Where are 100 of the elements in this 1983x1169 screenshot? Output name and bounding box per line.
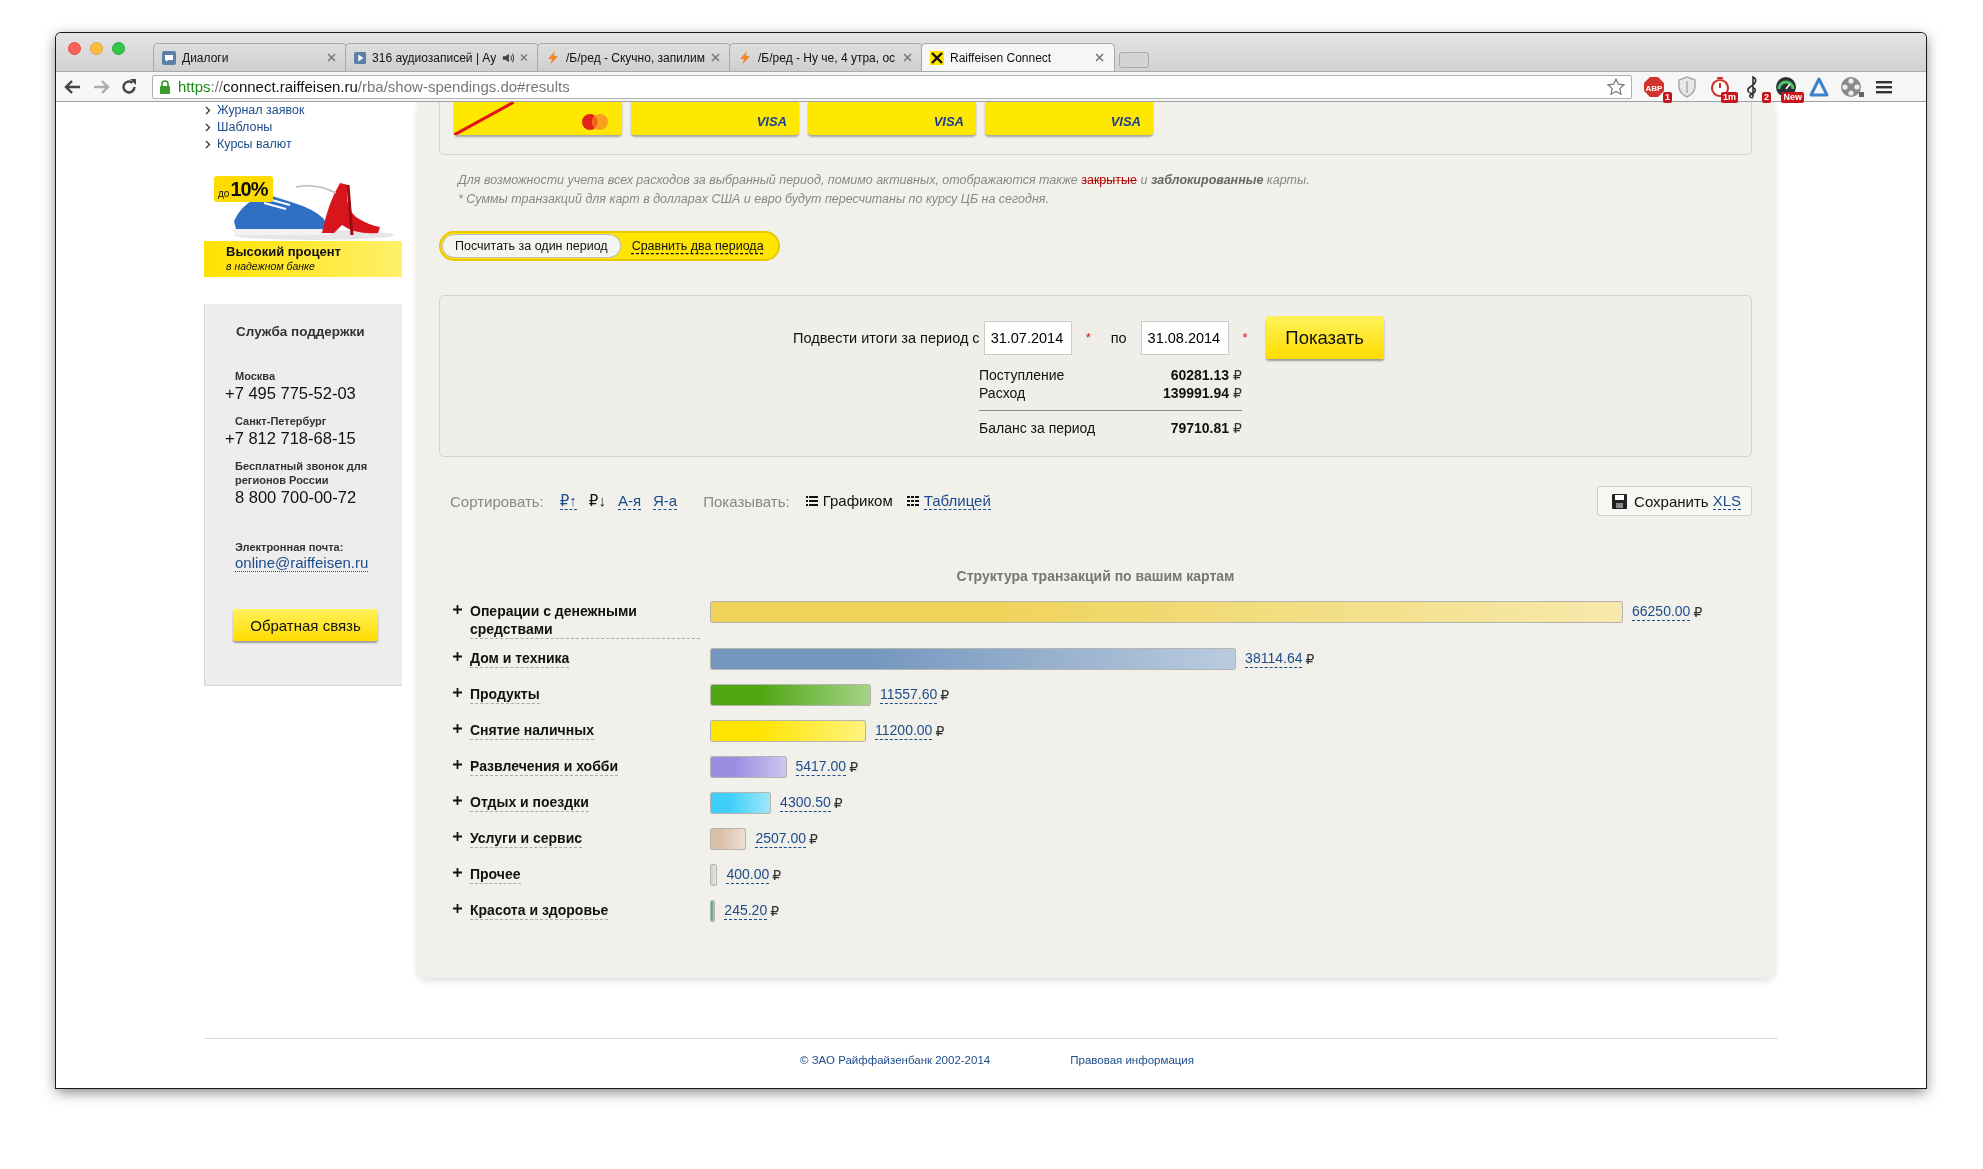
browser-tab[interactable]: /Б/ред - Скучно, запилим [537, 43, 731, 71]
mode-tab[interactable]: Сравнить два периода [619, 235, 776, 257]
contact-label: Бесплатный звонок для регионов России [234, 459, 369, 487]
category-link[interactable]: Прочее [470, 865, 521, 884]
summary-value: 139991.94 [1162, 384, 1230, 402]
summary-label: Поступление [979, 366, 1066, 384]
category-link[interactable]: Отдых и поездки [470, 793, 589, 812]
close-icon[interactable] [327, 53, 336, 62]
sort-label: Сортировать: [450, 492, 544, 510]
expand-icon[interactable] [453, 832, 462, 841]
legal-link[interactable]: Правовая информация [1070, 1054, 1195, 1066]
browser-tab[interactable]: Raiffeisen Connect [921, 43, 1115, 71]
email-link[interactable]: online@raiffeisen.ru [235, 554, 369, 572]
expand-icon[interactable] [453, 868, 462, 877]
currency-sign: ₽ [849, 759, 859, 775]
expand-icon[interactable] [453, 760, 462, 769]
sidebar-link[interactable]: Курсы валют [204, 136, 402, 153]
expand-icon[interactable] [453, 796, 462, 805]
close-icon[interactable] [711, 53, 720, 62]
currency-sign: ₽ [1233, 384, 1242, 402]
close-button[interactable] [68, 41, 81, 55]
cross-out-line [454, 102, 514, 135]
discount-prefix: до [218, 188, 230, 200]
view-label: Показывать: [703, 492, 790, 510]
currency-sign: ₽ [833, 795, 843, 811]
sort-option[interactable]: Я-а [653, 492, 678, 510]
category-link[interactable]: Услуги и сервис [470, 829, 583, 848]
expand-icon[interactable] [453, 904, 462, 913]
card-brand: VISA [756, 114, 787, 129]
stop-sign-icon[interactable]: ABP [1643, 75, 1665, 98]
back-icon[interactable] [64, 78, 82, 95]
date-field[interactable]: 31.08.2014 [1140, 320, 1229, 355]
bank-card[interactable] [454, 102, 622, 135]
speaker-icon[interactable] [502, 51, 515, 64]
grid-icon [906, 496, 919, 506]
play-icon [354, 50, 367, 65]
address-bar[interactable]: https://connect.raiffeisen.ru/rba/show-spendings.do#results [152, 74, 1632, 99]
show-button[interactable]: Показать [1265, 316, 1384, 359]
amount-link[interactable]: 38114.64 [1245, 650, 1303, 668]
contact-label: Электронная почта: [234, 540, 345, 554]
category-link[interactable]: Дом и техника [470, 649, 570, 668]
amount-link[interactable]: 11200.00 [875, 722, 933, 740]
category-link[interactable]: Развлечения и хобби [470, 757, 619, 776]
close-icon[interactable] [1095, 53, 1104, 62]
reload-icon[interactable] [120, 77, 138, 96]
amount-link[interactable]: 400.00 [726, 866, 770, 884]
support-title: Служба поддержки [235, 324, 366, 339]
category-link[interactable]: Операции с денежными средствами [470, 602, 700, 639]
bank-card[interactable]: VISA [808, 102, 976, 135]
expand-icon[interactable] [453, 605, 462, 614]
star-icon[interactable] [1607, 77, 1625, 96]
required-mark: * [1242, 330, 1248, 345]
film-reel-icon[interactable] [1840, 75, 1864, 98]
save-button[interactable]: Сохранить XLS [1597, 486, 1752, 516]
currency-sign: ₽ [1305, 651, 1315, 667]
sort-option[interactable]: ₽↑ [559, 492, 577, 510]
view-option[interactable]: Таблицей [906, 492, 991, 510]
close-icon[interactable] [520, 53, 528, 62]
bank-card[interactable]: VISA [985, 102, 1153, 135]
menu-icon[interactable] [1876, 79, 1892, 94]
browser-tab[interactable]: 316 аудиозаписей | Ау [345, 43, 539, 71]
contact-label: Санкт-Петербург [234, 414, 328, 428]
feedback-button[interactable]: Обратная связь [233, 609, 378, 641]
browser-tab[interactable]: /Б/ред - Ну че, 4 утра, ос [729, 43, 923, 71]
amount-link[interactable]: 66250.00 [1632, 603, 1691, 621]
amount-link[interactable]: 2507.00 [755, 830, 807, 848]
amount-link[interactable]: 11557.60 [879, 686, 938, 704]
currency-sign: ₽ [935, 723, 945, 739]
browser-tab[interactable]: Диалоги [153, 43, 347, 71]
sort-option[interactable]: А-я [617, 492, 641, 510]
expand-icon[interactable] [453, 652, 462, 661]
currency-sign: ₽ [1693, 604, 1703, 620]
currency-sign: ₽ [1233, 419, 1242, 437]
amount-link[interactable]: 5417.00 [795, 758, 847, 776]
summary-value: 60281.13 [1170, 366, 1230, 384]
currency-sign: ₽ [809, 831, 818, 847]
arch-icon[interactable] [1808, 75, 1830, 98]
promo-subtitle: в надежном банке [226, 260, 316, 273]
category-link[interactable]: Снятие наличных [470, 721, 594, 740]
expand-icon[interactable] [453, 688, 462, 697]
amount-link[interactable]: 245.20 [724, 902, 768, 920]
sidebar-link[interactable]: Шаблоны [204, 119, 402, 136]
crossed-square-icon [930, 50, 944, 65]
sort-option[interactable]: ₽↓ [588, 492, 606, 510]
mode-tab[interactable]: Посчитать за один период [443, 235, 620, 257]
date-field[interactable]: 31.07.2014 [983, 320, 1072, 355]
close-icon[interactable] [903, 53, 912, 62]
info-note: Для возможности учета всех расходов за выбранный период, помимо активных, отображаются также закрытые и заблокированные карты. [456, 172, 1311, 189]
amount-link[interactable]: 4300.50 [780, 794, 831, 812]
view-option[interactable]: Графиком [805, 492, 893, 510]
sidebar-link[interactable]: Журнал заявок [204, 102, 402, 119]
category-link[interactable]: Красота и здоровье [470, 901, 609, 920]
notification-count: 1 [1663, 91, 1672, 103]
category-link[interactable]: Продукты [470, 685, 540, 704]
copyright-text: © ЗАО Райффайзенбанк 2002-2014 [800, 1054, 991, 1066]
expand-icon[interactable] [453, 724, 462, 733]
promo-banner[interactable]: Высокий процент в надежном банке [204, 241, 402, 277]
bank-card[interactable]: VISA [631, 102, 799, 135]
discount-tag[interactable]: до10% [214, 176, 274, 202]
info-note: * Суммы транзакций для карт в долларах США и евро будут пересчитаны по курсу ЦБ на сегодня. [457, 191, 1050, 208]
